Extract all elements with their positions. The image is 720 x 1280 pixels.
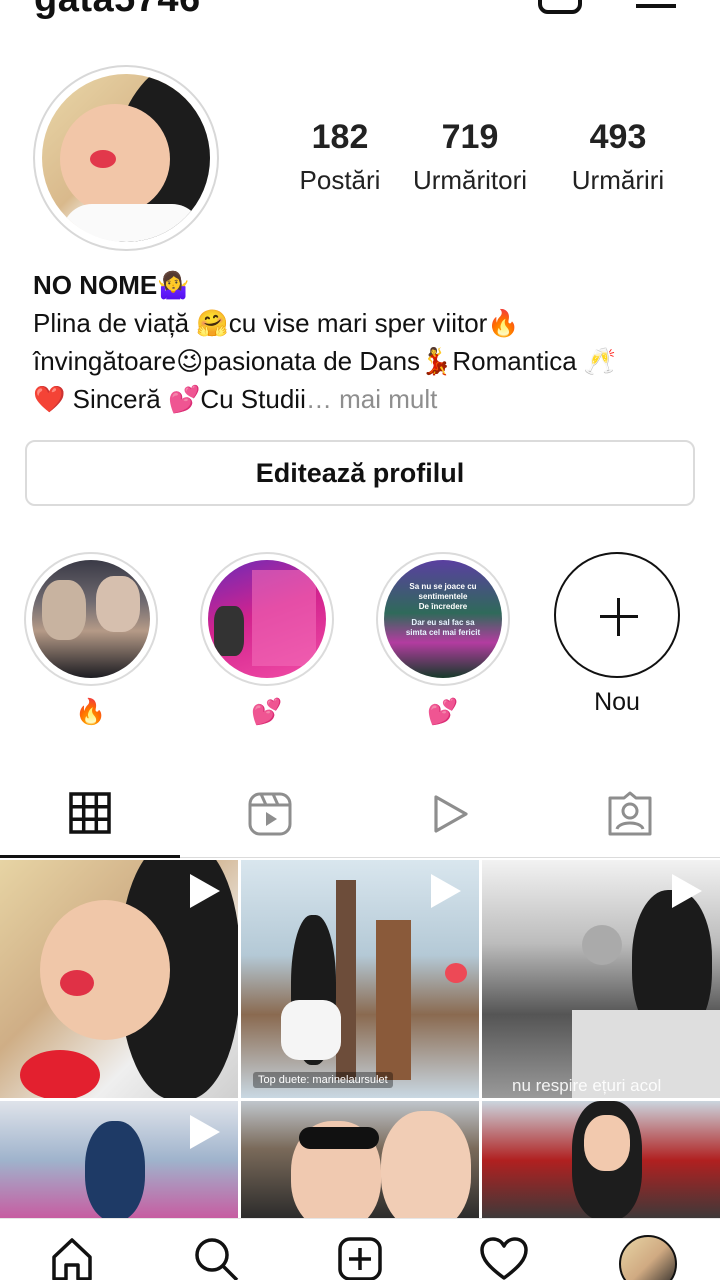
stat-following[interactable]: 493 Urmăriri <box>538 118 698 196</box>
highlight-text-line: De încredere <box>418 602 468 611</box>
stat-following-count: 493 <box>589 118 647 156</box>
highlight-thumbnail <box>32 560 150 678</box>
profile-stats: 182 Postări 719 Urmăritori 493 Urmăriri <box>260 118 690 208</box>
highlight-ring[interactable] <box>24 552 158 686</box>
highlight-text-line: Dar eu sal fac sa <box>411 618 475 627</box>
posts-grid: Top duete: marinelaursulet nu respire eț… <box>0 860 720 1220</box>
tab-posts-grid[interactable] <box>0 770 180 858</box>
bio-line-2: învingătoare😉pasionata de Dans💃Romantica… <box>33 346 617 376</box>
bio-line-3: ❤️ Sinceră 💕Cu Studii… mai mult <box>33 380 693 418</box>
nav-search[interactable] <box>186 1235 246 1280</box>
highlight-item[interactable]: 🔥 <box>24 552 158 727</box>
bio-line-3-text: ❤️ Sinceră 💕Cu Studii <box>33 384 306 414</box>
tab-videos[interactable] <box>360 770 540 858</box>
profile-avatar-small[interactable] <box>619 1235 677 1280</box>
post-thumbnail[interactable] <box>241 1101 479 1220</box>
post-caption-overlay: Top duete: marinelaursulet <box>253 1072 393 1088</box>
highlight-ring[interactable] <box>200 552 334 686</box>
nav-profile[interactable] <box>618 1235 678 1280</box>
video-indicator-icon <box>672 874 702 908</box>
tab-tagged[interactable] <box>540 770 720 858</box>
post-thumbnail[interactable] <box>0 860 238 1098</box>
tagged-icon <box>608 791 652 836</box>
bio-more-link[interactable]: … mai mult <box>306 384 437 414</box>
tab-reels[interactable] <box>180 770 360 858</box>
edit-profile-button[interactable]: Editează profilul <box>25 440 695 506</box>
stat-followers-count: 719 <box>441 118 499 156</box>
play-icon <box>434 795 468 833</box>
profile-avatar[interactable] <box>42 74 210 242</box>
highlight-item[interactable]: Sa nu se joace cu sentimentele De încred… <box>376 552 510 727</box>
post-thumbnail[interactable] <box>0 1101 238 1220</box>
post-watermark: nu respire ețuri acol <box>512 1076 662 1095</box>
video-indicator-icon <box>190 1115 220 1149</box>
bottom-navigation <box>0 1218 720 1280</box>
highlight-thumbnail <box>208 560 326 678</box>
post-thumbnail[interactable]: Top duete: marinelaursulet <box>241 860 479 1098</box>
bio-line-1: Plina de viață 🤗cu vise mari sper viitor… <box>33 308 520 338</box>
profile-avatar-ring[interactable] <box>33 65 219 251</box>
highlight-text-line: simta cel mai fericit <box>405 628 481 637</box>
highlight-label: 💕 <box>427 698 459 726</box>
nav-home[interactable] <box>42 1235 102 1280</box>
highlight-label: 🔥 <box>75 698 107 726</box>
menu-icon[interactable] <box>636 4 676 8</box>
stat-followers-label: Urmăritori <box>412 165 528 195</box>
search-icon <box>195 1238 239 1280</box>
post-thumbnail[interactable]: nu respire ețuri acol <box>482 860 720 1098</box>
profile-bio: NO NOME🤷‍♀️ Plina de viață 🤗cu vise mari… <box>33 266 693 418</box>
new-post-top-icon[interactable] <box>538 0 582 14</box>
highlight-thumbnail: Sa nu se joace cu sentimentele De încred… <box>384 560 502 678</box>
grid-icon <box>69 791 111 834</box>
video-indicator-icon <box>190 874 220 908</box>
top-bar: gata5746 <box>0 0 720 20</box>
stat-followers[interactable]: 719 Urmăritori <box>390 118 550 196</box>
highlight-label: 💕 <box>251 698 283 726</box>
new-highlight-button[interactable] <box>554 552 680 678</box>
new-post-icon <box>338 1237 382 1280</box>
activity-heart-icon <box>480 1237 528 1280</box>
profile-tabs <box>0 770 720 858</box>
new-highlight[interactable]: Nou <box>550 552 684 717</box>
home-icon <box>52 1238 92 1280</box>
reels-icon <box>248 792 292 836</box>
new-highlight-label: Nou <box>594 688 640 716</box>
highlight-text-line: sentimentele <box>418 592 468 601</box>
display-name: NO NOME🤷‍♀️ <box>33 270 190 300</box>
highlight-ring[interactable]: Sa nu se joace cu sentimentele De încred… <box>376 552 510 686</box>
video-indicator-icon <box>431 874 461 908</box>
username[interactable]: gata5746 <box>34 0 201 21</box>
stat-following-label: Urmăriri <box>571 165 665 195</box>
nav-new-post[interactable] <box>330 1235 390 1280</box>
nav-activity[interactable] <box>474 1235 534 1280</box>
highlight-text-line: Sa nu se joace cu <box>409 582 477 591</box>
highlight-item[interactable]: 💕 <box>200 552 334 727</box>
post-thumbnail[interactable] <box>482 1101 720 1220</box>
